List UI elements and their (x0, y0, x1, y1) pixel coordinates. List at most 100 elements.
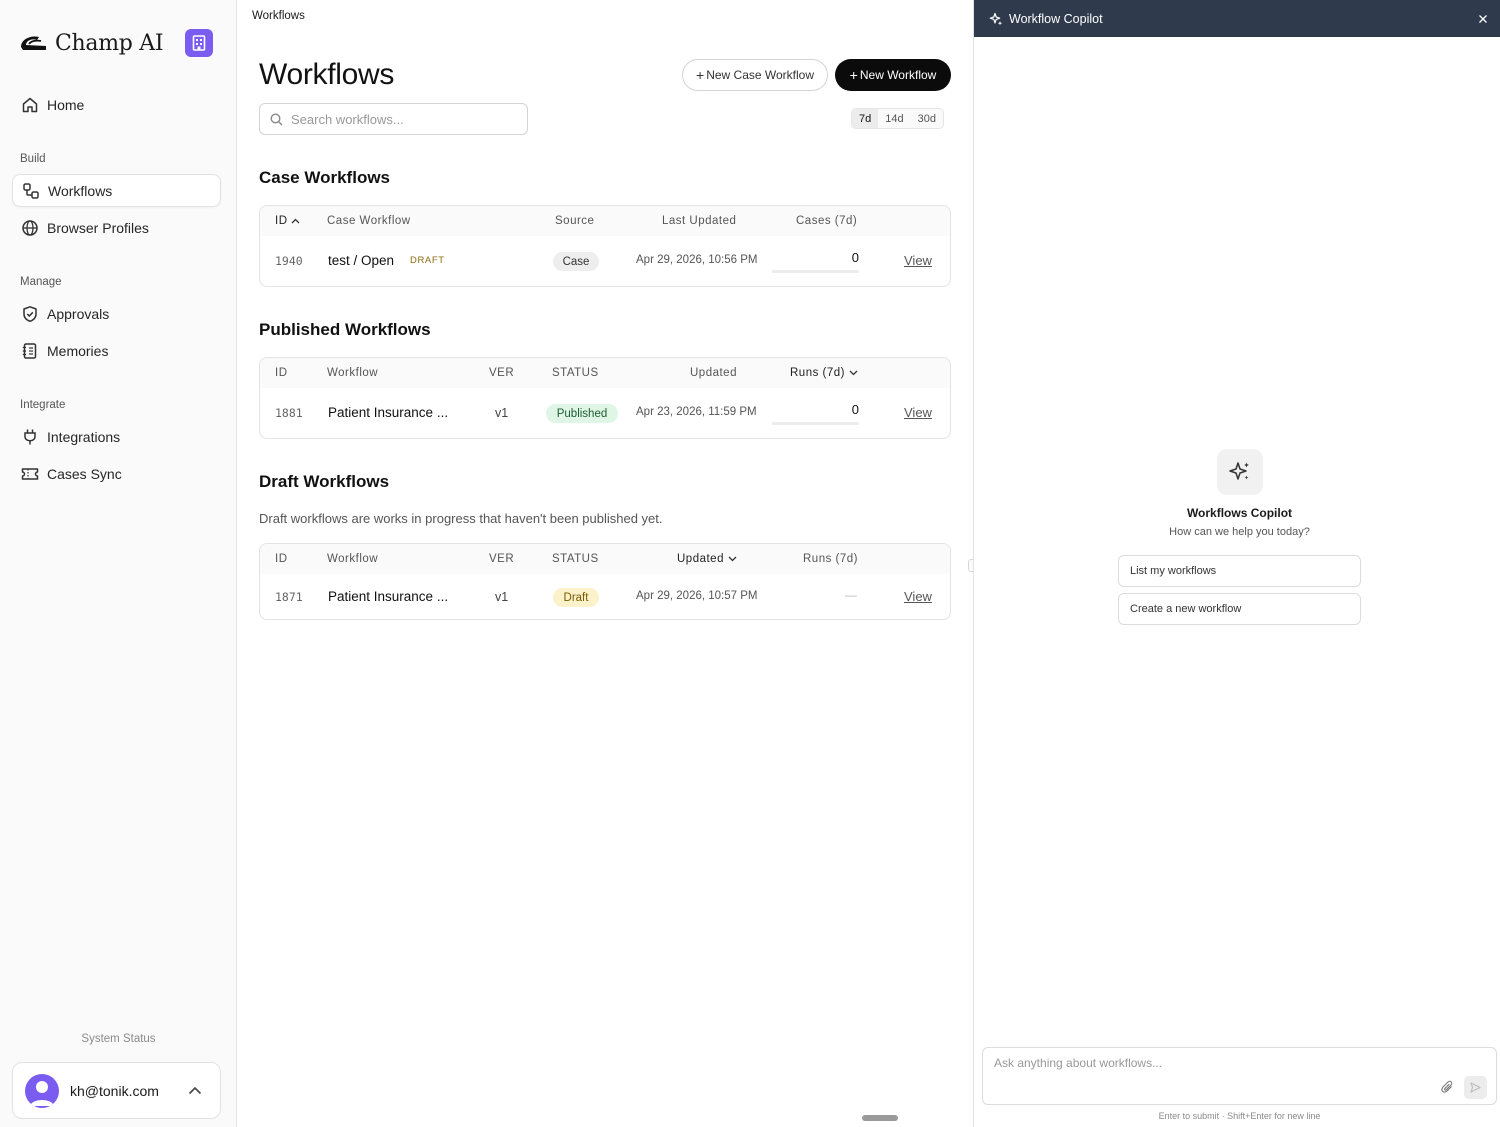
user-email: kh@tonik.com (70, 1082, 159, 1099)
chat-input[interactable] (994, 1056, 1434, 1076)
chat-composer (982, 1047, 1497, 1105)
paperclip-icon[interactable] (1439, 1079, 1455, 1095)
plus-icon: + (849, 67, 858, 83)
scroll-handle[interactable] (862, 1115, 898, 1121)
plug-icon (21, 428, 39, 446)
globe-icon (21, 219, 39, 237)
column-header-id[interactable]: ID (275, 215, 300, 227)
home-icon (21, 96, 39, 114)
button-label: New Case Workflow (706, 68, 814, 82)
column-header-id[interactable]: ID (275, 367, 288, 379)
send-icon (1470, 1082, 1481, 1093)
copilot-header-title: Workflow Copilot (1009, 11, 1103, 26)
plus-icon: + (696, 67, 705, 83)
column-header-updated[interactable]: Updated (690, 367, 737, 379)
draft-workflows-table: ID Workflow VER STATUS Updated Runs (7d)… (259, 543, 951, 620)
copilot-header: Workflow Copilot (974, 0, 1500, 37)
sidebar-item-workflows[interactable]: Workflows (12, 174, 221, 207)
column-header-updated[interactable]: Updated (677, 553, 737, 565)
draft-tag: DRAFT (410, 255, 445, 266)
breadcrumb[interactable]: Workflows (252, 10, 305, 22)
count-bar (772, 270, 859, 273)
view-link[interactable]: View (904, 405, 932, 420)
sidebar-item-approvals[interactable]: Approvals (12, 297, 221, 330)
row-updated: Apr 29, 2026, 10:56 PM (636, 254, 758, 266)
column-header-status[interactable]: STATUS (552, 553, 599, 565)
copilot-avatar (1217, 449, 1263, 495)
suggestion-create-workflow[interactable]: Create a new workflow (1118, 593, 1361, 625)
sidebar-item-memories[interactable]: Memories (12, 334, 221, 367)
view-link[interactable]: View (904, 253, 932, 268)
range-14d[interactable]: 14d (878, 109, 910, 128)
column-header-workflow[interactable]: Workflow (327, 553, 378, 565)
column-header-last-updated[interactable]: Last Updated (662, 215, 736, 227)
view-link[interactable]: View (904, 589, 932, 604)
copilot-subtitle: How can we help you today? (1169, 526, 1310, 538)
column-header-cases[interactable]: Cases (7d) (796, 215, 857, 227)
organization-badge[interactable] (185, 29, 213, 57)
close-icon[interactable] (1473, 9, 1493, 29)
column-header-source[interactable]: Source (555, 215, 594, 227)
page-title: Workflows (259, 58, 395, 91)
draft-workflows-title: Draft Workflows (259, 472, 390, 491)
row-id: 1940 (275, 254, 303, 268)
search-icon (270, 112, 283, 125)
chevron-down-icon (728, 556, 737, 562)
chevron-up-icon[interactable] (182, 1078, 208, 1104)
workflow-icon (22, 182, 40, 200)
row-count: — (845, 588, 857, 602)
sidebar-item-label: Memories (47, 342, 109, 359)
shield-check-icon (21, 305, 39, 323)
column-header-status[interactable]: STATUS (552, 367, 599, 379)
sidebar-item-integrations[interactable]: Integrations (12, 420, 221, 453)
row-name[interactable]: test / Open (328, 253, 394, 268)
row-updated: Apr 23, 2026, 11:59 PM (636, 406, 757, 418)
row-version: v1 (495, 590, 509, 604)
user-menu[interactable]: kh@tonik.com (12, 1062, 221, 1119)
row-id: 1871 (275, 590, 303, 604)
copilot-title: Workflows Copilot (1186, 506, 1293, 520)
row-count: 0 (851, 402, 859, 417)
building-icon (192, 35, 206, 51)
notebook-icon (21, 342, 39, 360)
chevron-down-icon (849, 370, 858, 376)
system-status-link[interactable]: System Status (0, 1033, 237, 1045)
status-badge: Published (546, 404, 618, 423)
chevron-up-icon (291, 218, 300, 224)
column-header-runs[interactable]: Runs (7d) (803, 553, 858, 565)
row-name[interactable]: Patient Insurance ... (328, 405, 448, 420)
row-updated: Apr 29, 2026, 10:57 PM (636, 590, 758, 602)
new-case-workflow-button[interactable]: + New Case Workflow (682, 59, 828, 91)
sidebar: Champ AI Home Build Workflows Browser Pr… (0, 0, 237, 1127)
suggestion-list-workflows[interactable]: List my workflows (1118, 555, 1361, 587)
column-header-workflow[interactable]: Workflow (327, 367, 378, 379)
search-input[interactable] (291, 111, 511, 127)
composer-hint: Enter to submit · Shift+Enter for new li… (1158, 1111, 1321, 1121)
case-workflows-table: ID Case Workflow Source Last Updated Cas… (259, 205, 951, 287)
range-30d[interactable]: 30d (911, 109, 943, 128)
button-label: New Workflow (859, 68, 937, 82)
champ-logo-icon (21, 36, 46, 50)
row-name[interactable]: Patient Insurance ... (328, 589, 448, 604)
new-workflow-button[interactable]: + New Workflow (835, 59, 951, 91)
sidebar-item-home[interactable]: Home (12, 88, 221, 121)
range-7d[interactable]: 7d (852, 109, 879, 128)
send-button[interactable] (1464, 1076, 1487, 1099)
brand[interactable]: Champ AI (19, 28, 224, 58)
sidebar-item-label: Cases Sync (47, 465, 122, 482)
sidebar-item-cases-sync[interactable]: Cases Sync (12, 457, 221, 490)
column-header-case-workflow[interactable]: Case Workflow (327, 215, 411, 227)
column-header-ver[interactable]: VER (489, 553, 514, 565)
row-version: v1 (495, 406, 509, 420)
row-count: 0 (851, 250, 859, 265)
sidebar-item-label: Browser Profiles (47, 219, 149, 236)
sparkles-icon (989, 12, 1003, 25)
avatar (25, 1073, 59, 1108)
row-id: 1881 (275, 406, 303, 420)
sidebar-item-browser-profiles[interactable]: Browser Profiles (12, 211, 221, 244)
column-header-ver[interactable]: VER (489, 367, 514, 379)
count-bar (772, 422, 859, 425)
column-header-id[interactable]: ID (275, 553, 288, 565)
column-header-runs[interactable]: Runs (7d) (790, 367, 858, 379)
copilot-panel: Workflow Copilot Workflows Copilot How c… (973, 0, 1500, 1127)
